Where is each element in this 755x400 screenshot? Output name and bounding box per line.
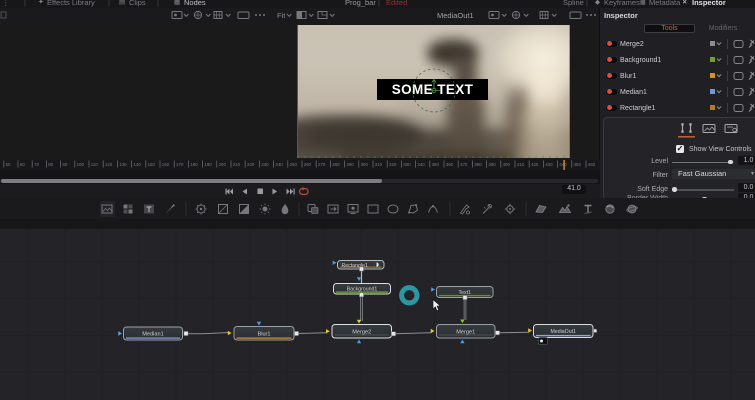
svg-text:430: 430	[545, 162, 553, 167]
svg-text:Merge1: Merge1	[456, 329, 475, 335]
svg-text:230: 230	[261, 162, 269, 167]
svg-text:220: 220	[247, 162, 255, 167]
svg-text:300: 300	[361, 162, 369, 167]
svg-text:100: 100	[77, 162, 85, 167]
svg-text:130: 130	[119, 162, 127, 167]
svg-text:160: 160	[162, 162, 170, 167]
svg-text:170: 170	[176, 162, 184, 167]
svg-text:320: 320	[389, 162, 397, 167]
svg-text:Median1: Median1	[142, 332, 163, 338]
svg-text:440: 440	[559, 162, 567, 167]
svg-text:420: 420	[531, 162, 539, 167]
svg-text:200: 200	[219, 162, 227, 167]
svg-text:110: 110	[91, 162, 99, 167]
svg-text:410: 410	[517, 162, 525, 167]
svg-text:290: 290	[346, 162, 354, 167]
svg-text:450: 450	[574, 162, 582, 167]
svg-text:80: 80	[48, 162, 53, 167]
svg-text:150: 150	[148, 162, 156, 167]
svg-text:60: 60	[20, 162, 25, 167]
svg-text:240: 240	[275, 162, 283, 167]
svg-text:210: 210	[233, 162, 241, 167]
svg-text:Fit: Fit	[277, 11, 286, 20]
svg-text:270: 270	[318, 162, 326, 167]
svg-text:380: 380	[474, 162, 482, 167]
svg-text:360: 360	[446, 162, 454, 167]
svg-text:120: 120	[105, 162, 113, 167]
svg-text:MediaOut1: MediaOut1	[437, 11, 474, 20]
svg-text:390: 390	[488, 162, 496, 167]
svg-text:460: 460	[588, 162, 596, 167]
svg-text:180: 180	[190, 162, 198, 167]
svg-text:Blur1: Blur1	[257, 331, 270, 337]
svg-text:140: 140	[133, 162, 141, 167]
svg-text:400: 400	[503, 162, 511, 167]
svg-text:330: 330	[403, 162, 411, 167]
svg-text:50: 50	[6, 162, 11, 167]
svg-text:Text1: Text1	[459, 290, 472, 296]
svg-text:370: 370	[460, 162, 468, 167]
svg-text:350: 350	[432, 162, 440, 167]
svg-text:Merge2: Merge2	[352, 329, 371, 335]
svg-text:70: 70	[34, 162, 39, 167]
svg-text:310: 310	[375, 162, 383, 167]
svg-text:250: 250	[290, 162, 298, 167]
svg-text:Rectangle1: Rectangle1	[342, 263, 368, 269]
svg-text:340: 340	[417, 162, 425, 167]
svg-text:Background1: Background1	[347, 287, 378, 293]
svg-text:280: 280	[332, 162, 340, 167]
svg-text:90: 90	[62, 162, 67, 167]
svg-text:MediaOut1: MediaOut1	[551, 329, 576, 335]
svg-text:190: 190	[204, 162, 212, 167]
svg-text:260: 260	[304, 162, 312, 167]
